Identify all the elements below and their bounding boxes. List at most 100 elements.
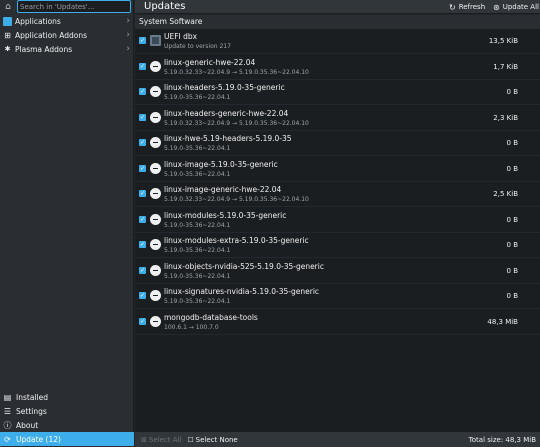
package-version: 100.6.1 → 100.7.0 — [164, 323, 219, 331]
chevron-right-icon: › — [126, 30, 130, 40]
package-size: 13,5 KiB — [488, 37, 518, 45]
package-icon — [150, 188, 161, 199]
package-size: 0 B — [506, 164, 518, 173]
update-checkbox[interactable]: ✓ — [139, 190, 146, 197]
sidebar: ⌂ Applications › ⊞ Application Addons › … — [0, 0, 134, 447]
update-row[interactable]: ✓ linux-objects-nvidia-525-5.19.0-35-gene… — [135, 259, 540, 284]
select-all-icon: ⊠ — [141, 435, 147, 444]
package-size: 0 B — [506, 215, 518, 224]
sidebar-item-label: Settings — [16, 406, 47, 416]
chevron-right-icon: › — [126, 16, 130, 26]
package-version: 5.19.0.32.33~22.04.9 → 5.19.0.35.36~22.0… — [164, 119, 309, 127]
applications-icon — [3, 16, 12, 26]
select-all-label: Select All — [148, 435, 182, 444]
sidebar-item-application-addons[interactable]: ⊞ Application Addons › — [0, 28, 134, 42]
package-icon — [150, 290, 161, 301]
footer: ⊠ Select All ☐ Select None Total size: 4… — [135, 431, 540, 447]
update-checkbox[interactable]: ✓ — [139, 266, 146, 274]
sidebar-item-label: Update (12) — [16, 434, 61, 444]
package-icon — [150, 111, 161, 123]
sidebar-item-label: Application Addons — [15, 30, 88, 40]
update-row[interactable]: ✓ mongodb-database-tools 100.6.1 → 100.7.0… — [135, 310, 540, 335]
package-icon — [150, 137, 161, 148]
update-row[interactable]: ✓ linux-headers-generic-hwe-22.04 5.19.0.3… — [135, 106, 540, 131]
search-input[interactable] — [17, 0, 131, 13]
package-name: mongodb-database-tools — [164, 312, 258, 322]
total-size: Total size: 48,3 MiB — [468, 436, 536, 444]
package-name: linux-headers-generic-hwe-22.04 — [164, 108, 289, 118]
home-icon[interactable]: ⌂ — [2, 1, 14, 13]
package-version: 5.19.0-35.36~22.04.1 — [164, 145, 231, 152]
sidebar-item-label: Applications — [15, 16, 61, 26]
update-row[interactable]: ✓ linux-modules-5.19.0-35-generic 5.19.0-3… — [135, 208, 540, 233]
sidebar-item-label: Plasma Addons — [15, 44, 73, 54]
package-icon — [150, 86, 161, 97]
update-row[interactable]: ✓ linux-signatures-nvidia-5.19.0-35-gener… — [135, 284, 540, 309]
update-all-button[interactable]: ⊛ Update All — [493, 0, 539, 14]
select-none-button[interactable]: ☐ Select None — [187, 436, 237, 444]
package-name: linux-hwe-5.19-headers-5.19.0-35 — [164, 134, 292, 143]
update-checkbox[interactable]: ✓ — [139, 317, 146, 325]
select-none-icon: ☐ — [187, 435, 194, 444]
package-name: linux-image-5.19.0-35-generic — [164, 159, 278, 169]
update-row[interactable]: ✓ linux-modules-extra-5.19.0-35-generic 5.… — [135, 233, 540, 258]
package-version: 5.19.0-35.36~22.04.1 — [164, 94, 231, 101]
package-name: linux-headers-5.19.0-35-generic — [164, 83, 285, 92]
package-name: linux-signatures-nvidia-5.19.0-35-generi… — [164, 287, 320, 296]
update-row[interactable]: ✓ linux-generic-hwe-22.04 5.19.0.32.33~22.… — [135, 55, 540, 80]
package-size: 0 B — [506, 292, 518, 300]
refresh-button[interactable]: ↻ Refresh — [449, 0, 485, 14]
package-version: 5.19.0-35.36~22.04.1 — [164, 272, 231, 280]
addons-icon: ⊞ — [4, 30, 11, 40]
plasma-icon: ✱ — [4, 44, 11, 53]
update-all-icon: ⊛ — [493, 2, 500, 12]
chevron-right-icon: › — [126, 44, 130, 54]
package-name: linux-image-generic-hwe-22.04 — [164, 185, 282, 194]
update-checkbox[interactable]: ✓ — [139, 215, 146, 223]
update-checkbox[interactable]: ✓ — [139, 292, 146, 299]
update-checkbox[interactable]: ✓ — [139, 62, 146, 70]
package-size: 0 B — [506, 88, 518, 96]
package-size: 0 B — [506, 241, 518, 249]
sidebar-item-plasma-addons[interactable]: ✱ Plasma Addons › — [0, 42, 134, 56]
search-row: ⌂ — [0, 0, 134, 14]
package-icon — [150, 264, 161, 276]
update-icon: ⟳ — [4, 434, 11, 444]
package-size: 1,7 KiB — [493, 62, 518, 71]
update-checkbox[interactable]: ✓ — [139, 113, 146, 121]
package-name: linux-generic-hwe-22.04 — [164, 57, 256, 67]
update-row[interactable]: ✓ linux-headers-5.19.0-35-generic 5.19.0-3… — [135, 80, 540, 105]
update-checkbox[interactable]: ✓ — [139, 88, 146, 95]
package-version: 5.19.0.32.33~22.04.9 → 5.19.0.35.36~22.0… — [164, 68, 309, 76]
update-checkbox[interactable]: ✓ — [139, 164, 146, 172]
update-row[interactable]: ✓ linux-hwe-5.19-headers-5.19.0-35 5.19.0-… — [135, 131, 540, 156]
update-checkbox[interactable]: ✓ — [139, 139, 146, 146]
sidebar-item-settings[interactable]: ☰ Settings — [0, 404, 134, 418]
select-all-button[interactable]: ⊠ Select All — [141, 436, 181, 444]
select-none-label: Select None — [195, 435, 238, 444]
sidebar-item-installed[interactable]: ▤ Installed — [0, 390, 134, 404]
package-size: 2,3 KiB — [493, 113, 518, 122]
update-row[interactable]: ✓ linux-image-5.19.0-35-generic 5.19.0-35.… — [135, 157, 540, 182]
update-row[interactable]: ✓ linux-image-generic-hwe-22.04 5.19.0.32.… — [135, 182, 540, 207]
package-version: Update to version 217 — [164, 43, 231, 50]
sidebar-item-label: About — [16, 420, 39, 430]
package-name: UEFI dbx — [164, 32, 198, 41]
update-checkbox[interactable]: ✓ — [139, 241, 146, 248]
update-all-label: Update All — [502, 3, 539, 11]
package-version: 5.19.0-35.36~22.04.1 — [164, 247, 231, 254]
package-size: 48,3 MiB — [487, 317, 518, 326]
update-checkbox[interactable]: ✓ — [139, 37, 146, 44]
sidebar-item-about[interactable]: ⓘ About — [0, 418, 134, 432]
sidebar-item-applications[interactable]: Applications › — [0, 14, 134, 28]
package-icon — [150, 60, 161, 72]
sidebar-item-update[interactable]: ⟳ Update (12) — [0, 432, 134, 446]
header: Updates ↻ Refresh ⊛ Update All — [135, 0, 540, 14]
refresh-label: Refresh — [458, 3, 486, 11]
package-version: 5.19.0-35.36~22.04.1 — [164, 170, 231, 178]
package-version: 5.19.0.32.33~22.04.9 → 5.19.0.35.36~22.0… — [164, 196, 309, 203]
package-icon — [150, 315, 161, 327]
update-row[interactable]: ✓ UEFI dbx Update to version 217 13,5 KiB — [135, 29, 540, 54]
sidebar-item-label: Installed — [16, 392, 48, 402]
installed-icon: ▤ — [3, 392, 12, 402]
